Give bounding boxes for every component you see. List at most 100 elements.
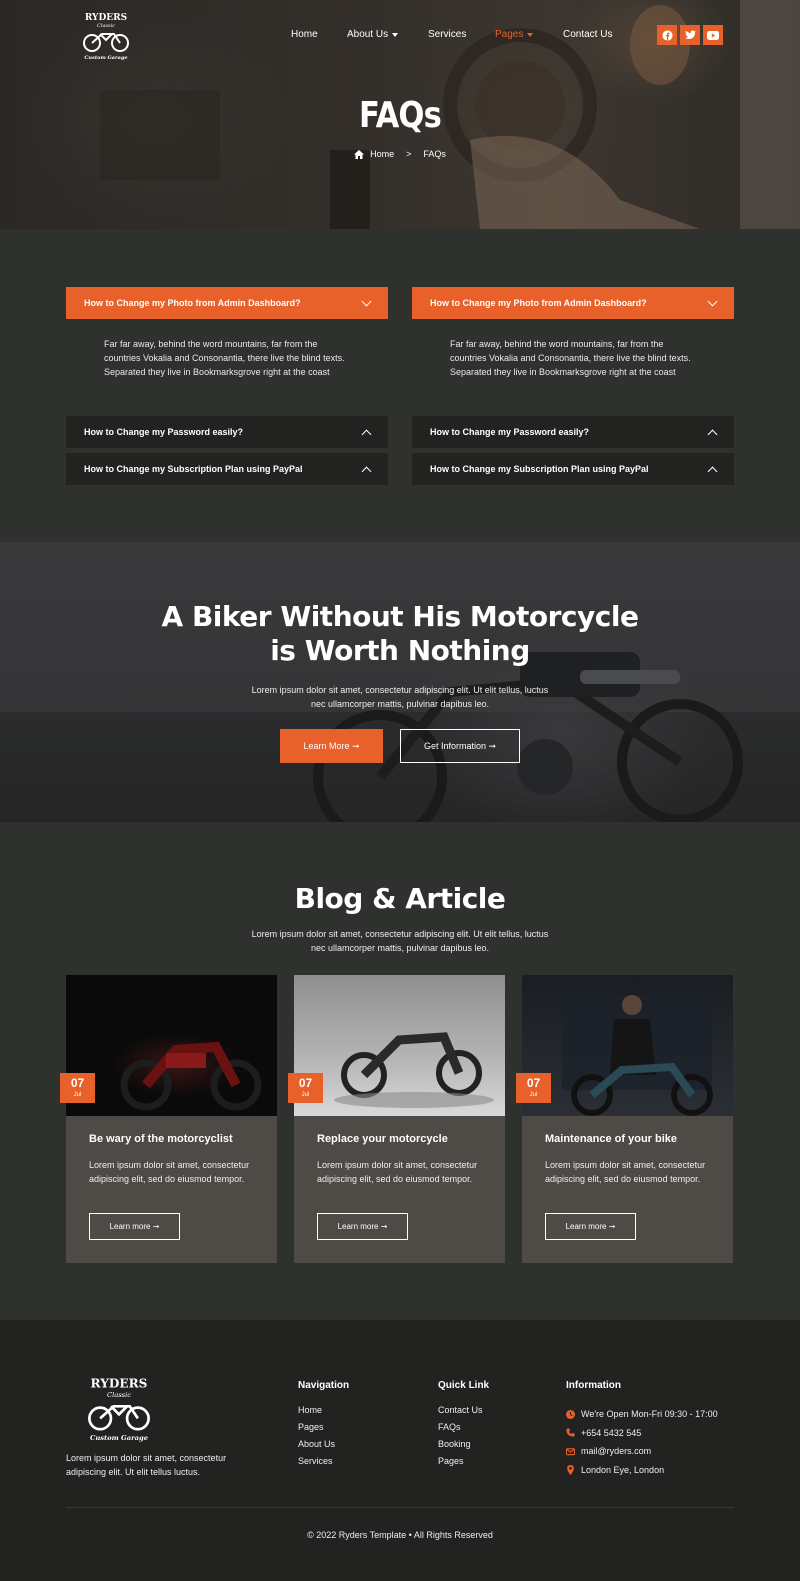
faq-question[interactable]: How to Change my Subscription Plan using… bbox=[66, 453, 388, 485]
chevron-down-icon bbox=[707, 296, 718, 306]
faq-question-label: How to Change my Password easily? bbox=[430, 427, 590, 437]
footer-information-heading: Information bbox=[566, 1380, 621, 1391]
footer-link-faqs[interactable]: FAQs bbox=[438, 1422, 489, 1439]
footer-info-phone-text: +654 5432 545 bbox=[581, 1427, 642, 1438]
hero-section: RYDERS Classic Custom Garage Home About … bbox=[0, 0, 800, 229]
chevron-down-icon bbox=[527, 32, 534, 37]
motorcycle-image bbox=[120, 1041, 262, 1111]
learn-more-button[interactable]: Learn more ➞ bbox=[317, 1213, 408, 1240]
footer-navigation-heading: Navigation bbox=[298, 1380, 350, 1391]
youtube-icon[interactable] bbox=[703, 25, 723, 45]
faq-question[interactable]: How to Change my Subscription Plan using… bbox=[412, 453, 734, 485]
faq-answer: Far far away, behind the word mountains,… bbox=[450, 339, 691, 377]
blog-card[interactable]: 07 Jul Replace your motorcycle Lorem ips… bbox=[288, 975, 505, 1263]
date-day: 07 bbox=[526, 1076, 541, 1090]
svg-text:Classic: Classic bbox=[97, 23, 115, 29]
faq-question-label: How to Change my Password easily? bbox=[84, 427, 244, 437]
location-icon bbox=[567, 1464, 574, 1475]
blog-card-title[interactable]: Maintenance of your bike bbox=[545, 1133, 677, 1145]
nav-services[interactable]: Services bbox=[428, 29, 466, 40]
nav-pages[interactable]: Pages bbox=[495, 29, 534, 40]
faq-answer: Far far away, behind the word mountains,… bbox=[104, 339, 345, 377]
page-title: FAQs bbox=[359, 95, 442, 136]
footer-info-email-text: mail@ryders.com bbox=[581, 1446, 652, 1457]
cta-title-line2: is Worth Nothing bbox=[270, 634, 530, 667]
footer-about-text: Lorem ipsum dolor sit amet, consectetur … bbox=[66, 1453, 227, 1477]
site-footer: RYDERS Classic Custom Garage Lorem ipsum… bbox=[0, 1320, 800, 1581]
date-badge: 07 Jul bbox=[60, 1073, 95, 1103]
faq-question-open[interactable]: How to Change my Photo from Admin Dashbo… bbox=[412, 287, 734, 319]
blog-card-image[interactable] bbox=[522, 975, 733, 1116]
blog-card[interactable]: 07 Jul Be wary of the motorcyclist Lorem… bbox=[60, 975, 277, 1263]
blog-card[interactable]: 07 Jul Maintenance of your bike Lorem ip… bbox=[516, 975, 733, 1263]
cta-description-line1: Lorem ipsum dolor sit amet, consectetur … bbox=[251, 685, 549, 695]
footer-link-about-us[interactable]: About Us bbox=[298, 1439, 349, 1456]
chevron-up-icon bbox=[361, 466, 372, 476]
ryders-logo[interactable]: RYDERS Classic Custom Garage bbox=[76, 10, 136, 62]
cta-description: Lorem ipsum dolor sit amet, consectetur … bbox=[0, 683, 800, 711]
logo-text-middle: Classic bbox=[107, 1391, 131, 1399]
nav-pages-label: Pages bbox=[495, 29, 524, 40]
nav-home-label: Home bbox=[291, 29, 318, 40]
faq-question[interactable]: How to Change my Password easily? bbox=[66, 416, 388, 448]
learn-more-button[interactable]: Learn More ➞ bbox=[280, 729, 383, 763]
nav-contact-us-label: Contact Us bbox=[563, 29, 613, 40]
blog-card-title[interactable]: Replace your motorcycle bbox=[317, 1133, 448, 1145]
learn-more-button[interactable]: Learn more ➞ bbox=[545, 1213, 636, 1240]
chevron-up-icon bbox=[707, 429, 718, 439]
faq-question-label: How to Change my Photo from Admin Dashbo… bbox=[430, 298, 647, 308]
cta-title-line1: A Biker Without His Motorcycle bbox=[161, 600, 639, 633]
breadcrumb-home[interactable]: Home bbox=[370, 149, 394, 159]
faq-accordion-left: How to Change my Photo from Admin Dashbo… bbox=[66, 287, 388, 485]
faq-question[interactable]: How to Change my Password easily? bbox=[412, 416, 734, 448]
footer-copyright: © 2022 Ryders Template • All Rights Rese… bbox=[307, 1530, 493, 1540]
footer-link-pages[interactable]: Pages bbox=[438, 1456, 489, 1473]
clock-icon bbox=[566, 1409, 575, 1419]
blog-card-title[interactable]: Be wary of the motorcyclist bbox=[89, 1133, 233, 1145]
date-month: Jul bbox=[529, 1092, 538, 1098]
rider-image bbox=[562, 995, 713, 1116]
date-badge: 07 Jul bbox=[288, 1073, 323, 1103]
footer-info-phone[interactable]: +654 5432 545 bbox=[566, 1424, 718, 1443]
top-navigation: RYDERS Classic Custom Garage Home About … bbox=[0, 0, 800, 72]
get-information-button[interactable]: Get Information ➞ bbox=[400, 729, 520, 763]
footer-link-booking[interactable]: Booking bbox=[438, 1439, 489, 1456]
chevron-down-icon bbox=[361, 296, 372, 306]
nav-home[interactable]: Home bbox=[291, 29, 318, 40]
twitter-icon[interactable] bbox=[680, 25, 700, 45]
facebook-icon[interactable] bbox=[657, 25, 677, 45]
footer-navigation: Navigation Home Pages About Us Services bbox=[298, 1380, 349, 1473]
footer-link-services[interactable]: Services bbox=[298, 1456, 349, 1473]
motorcycle-background-image bbox=[0, 542, 800, 822]
faq-question-label: How to Change my Photo from Admin Dashbo… bbox=[84, 298, 301, 308]
footer-info-email[interactable]: mail@ryders.com bbox=[566, 1442, 718, 1461]
footer-quick-links: Quick Link Contact Us FAQs Booking Pages bbox=[438, 1380, 489, 1473]
cta-title: A Biker Without His Motorcycle is Worth … bbox=[0, 600, 800, 668]
logo-text-top: RYDERS bbox=[91, 1376, 148, 1390]
nav-contact-us[interactable]: Contact Us bbox=[563, 29, 612, 40]
ryders-footer-logo[interactable]: RYDERS Classic Custom Garage bbox=[78, 1374, 160, 1444]
blog-section: Blog & Article Lorem ipsum dolor sit ame… bbox=[0, 822, 800, 1320]
faq-section: How to Change my Photo from Admin Dashbo… bbox=[0, 229, 800, 542]
mail-icon bbox=[566, 1448, 575, 1455]
chevron-up-icon bbox=[707, 466, 718, 476]
footer-link-home[interactable]: Home bbox=[298, 1405, 349, 1422]
blog-card-text: Lorem ipsum dolor sit amet, consectetur … bbox=[545, 1160, 706, 1184]
blog-card-image[interactable] bbox=[294, 975, 505, 1116]
blog-description-line1: Lorem ipsum dolor sit amet, consectetur … bbox=[251, 929, 549, 939]
footer-link-contact-us[interactable]: Contact Us bbox=[438, 1405, 489, 1422]
nav-services-label: Services bbox=[428, 29, 467, 40]
blog-card-image[interactable] bbox=[66, 975, 277, 1116]
chevron-up-icon bbox=[361, 429, 372, 439]
date-badge: 07 Jul bbox=[516, 1073, 551, 1103]
footer-link-pages[interactable]: Pages bbox=[298, 1422, 349, 1439]
home-icon bbox=[354, 149, 365, 159]
nav-about-us-label: About Us bbox=[347, 29, 389, 40]
svg-text:Custom Garage: Custom Garage bbox=[84, 55, 127, 61]
cta-description-line2: nec ullamcorper mattis, pulvinar dapibus… bbox=[310, 699, 490, 709]
faq-question-label: How to Change my Subscription Plan using… bbox=[430, 464, 649, 474]
faq-question-open[interactable]: How to Change my Photo from Admin Dashbo… bbox=[66, 287, 388, 319]
nav-about-us[interactable]: About Us bbox=[347, 29, 399, 40]
footer-info-hours-text: We're Open Mon-Fri 09:30 - 17:00 bbox=[581, 1409, 718, 1420]
learn-more-button[interactable]: Learn more ➞ bbox=[89, 1213, 180, 1240]
